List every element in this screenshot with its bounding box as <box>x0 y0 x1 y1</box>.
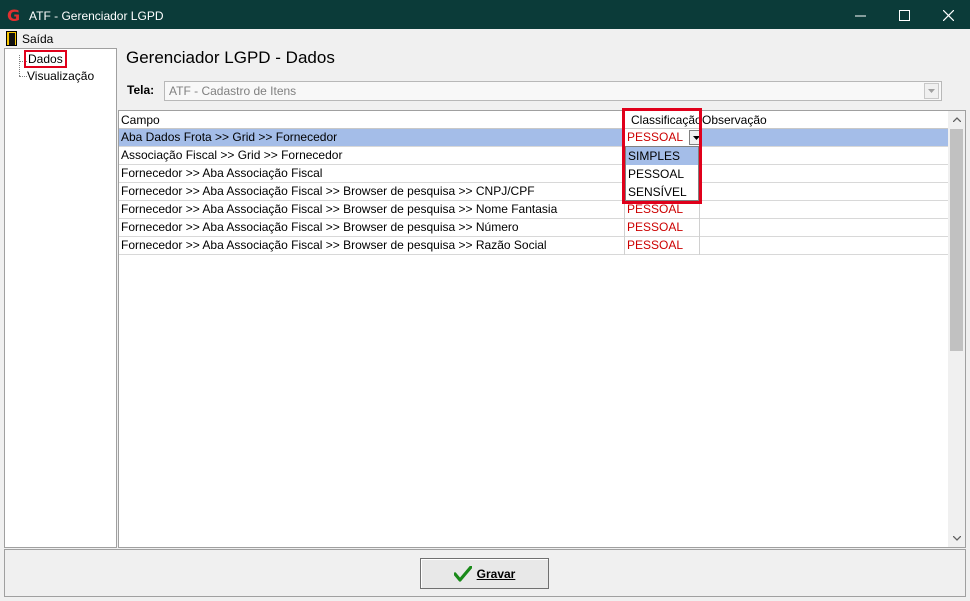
cell-campo: Fornecedor >> Aba Associação Fiscal <box>119 165 625 183</box>
save-button[interactable]: Gravar <box>420 558 549 589</box>
app-logo-icon: G <box>7 5 21 25</box>
scroll-thumb[interactable] <box>950 129 963 351</box>
minimize-icon <box>854 15 866 17</box>
menu-exit[interactable]: Saída <box>22 32 53 46</box>
checkmark-icon <box>453 565 472 582</box>
cell-campo: Aba Dados Frota >> Grid >> Fornecedor <box>119 129 625 147</box>
cell-observacao[interactable] <box>700 129 949 147</box>
navigation-tree: Dados Visualização <box>4 48 117 548</box>
tree-item-label: Visualização <box>27 69 95 83</box>
tree-connector <box>19 55 20 76</box>
cell-campo: Fornecedor >> Aba Associação Fiscal >> B… <box>119 183 625 201</box>
cell-campo: Fornecedor >> Aba Associação Fiscal >> B… <box>119 201 625 219</box>
cell-observacao[interactable] <box>700 147 949 165</box>
table-row[interactable]: Fornecedor >> Aba Associação Fiscal >> B… <box>119 219 949 237</box>
scroll-down-button[interactable] <box>948 530 965 547</box>
tela-select-value: ATF - Cadastro de Itens <box>169 84 297 98</box>
cell-campo: Associação Fiscal >> Grid >> Fornecedor <box>119 147 625 165</box>
chevron-down-icon <box>928 89 935 93</box>
cell-classificacao[interactable]: PESSOAL <box>625 237 700 255</box>
table-row[interactable]: Fornecedor >> Aba Associação Fiscal <box>119 165 949 183</box>
tree-item-label: Dados <box>24 50 67 68</box>
chevron-down-icon <box>693 135 699 140</box>
cell-observacao[interactable] <box>700 165 949 183</box>
page-title: Gerenciador LGPD - Dados <box>126 48 335 67</box>
data-grid: Campo Classificação Observação Aba Dados… <box>118 110 966 548</box>
column-header-observacao[interactable]: Observação <box>700 111 949 129</box>
cell-campo: Fornecedor >> Aba Associação Fiscal >> B… <box>119 219 625 237</box>
exit-door-icon <box>6 31 17 46</box>
dropdown-option-simples[interactable]: SIMPLES <box>626 147 698 165</box>
maximize-button[interactable] <box>882 0 926 31</box>
column-header-classificacao[interactable]: Classificação <box>625 111 702 129</box>
window-title: ATF - Gerenciador LGPD <box>29 8 164 23</box>
maximize-icon <box>898 10 910 21</box>
dropdown-option-sensivel[interactable]: SENSÍVEL <box>626 183 698 201</box>
table-row[interactable]: Associação Fiscal >> Grid >> Fornecedor <box>119 147 949 165</box>
cell-classificacao[interactable]: PESSOAL <box>625 219 700 237</box>
cell-observacao[interactable] <box>700 201 949 219</box>
table-row[interactable]: Fornecedor >> Aba Associação Fiscal >> B… <box>119 237 949 255</box>
tela-dropdown-button[interactable] <box>924 83 939 99</box>
tela-select[interactable]: ATF - Cadastro de Itens <box>164 81 942 101</box>
save-button-label: Gravar <box>476 566 516 581</box>
table-row[interactable]: Aba Dados Frota >> Grid >> Fornecedor PE… <box>119 129 949 147</box>
chevron-up-icon <box>952 117 961 122</box>
title-bar: G ATF - Gerenciador LGPD <box>0 0 970 31</box>
grid-header: Campo Classificação Observação <box>119 111 949 129</box>
cell-observacao[interactable] <box>700 219 949 237</box>
cell-campo: Fornecedor >> Aba Associação Fiscal >> B… <box>119 237 625 255</box>
chevron-down-icon <box>952 536 961 541</box>
column-header-campo[interactable]: Campo <box>119 111 625 129</box>
cell-observacao[interactable] <box>700 237 949 255</box>
scroll-up-button[interactable] <box>948 111 965 128</box>
cell-classificacao-editor[interactable]: PESSOAL <box>625 129 700 147</box>
classificacao-value: PESSOAL <box>627 130 684 144</box>
vertical-scrollbar[interactable] <box>948 111 965 547</box>
tree-item-visualizacao[interactable]: Visualização <box>27 69 94 83</box>
tree-connector <box>19 76 27 77</box>
classificacao-dropdown-list: SIMPLES PESSOAL SENSÍVEL <box>625 146 699 201</box>
close-button[interactable] <box>926 0 970 31</box>
table-row[interactable]: Fornecedor >> Aba Associação Fiscal >> B… <box>119 201 949 219</box>
minimize-button[interactable] <box>838 0 882 31</box>
cell-classificacao[interactable]: PESSOAL <box>625 201 700 219</box>
cell-observacao[interactable] <box>700 183 949 201</box>
table-row[interactable]: Fornecedor >> Aba Associação Fiscal >> B… <box>119 183 949 201</box>
dropdown-option-pessoal[interactable]: PESSOAL <box>626 165 698 183</box>
tela-label: Tela: <box>127 83 155 97</box>
window-controls <box>838 0 970 31</box>
menu-bar: Saída <box>0 29 970 48</box>
close-icon <box>942 10 954 21</box>
tree-item-dados[interactable]: Dados <box>24 50 67 68</box>
classificacao-dropdown-button[interactable] <box>689 130 699 145</box>
